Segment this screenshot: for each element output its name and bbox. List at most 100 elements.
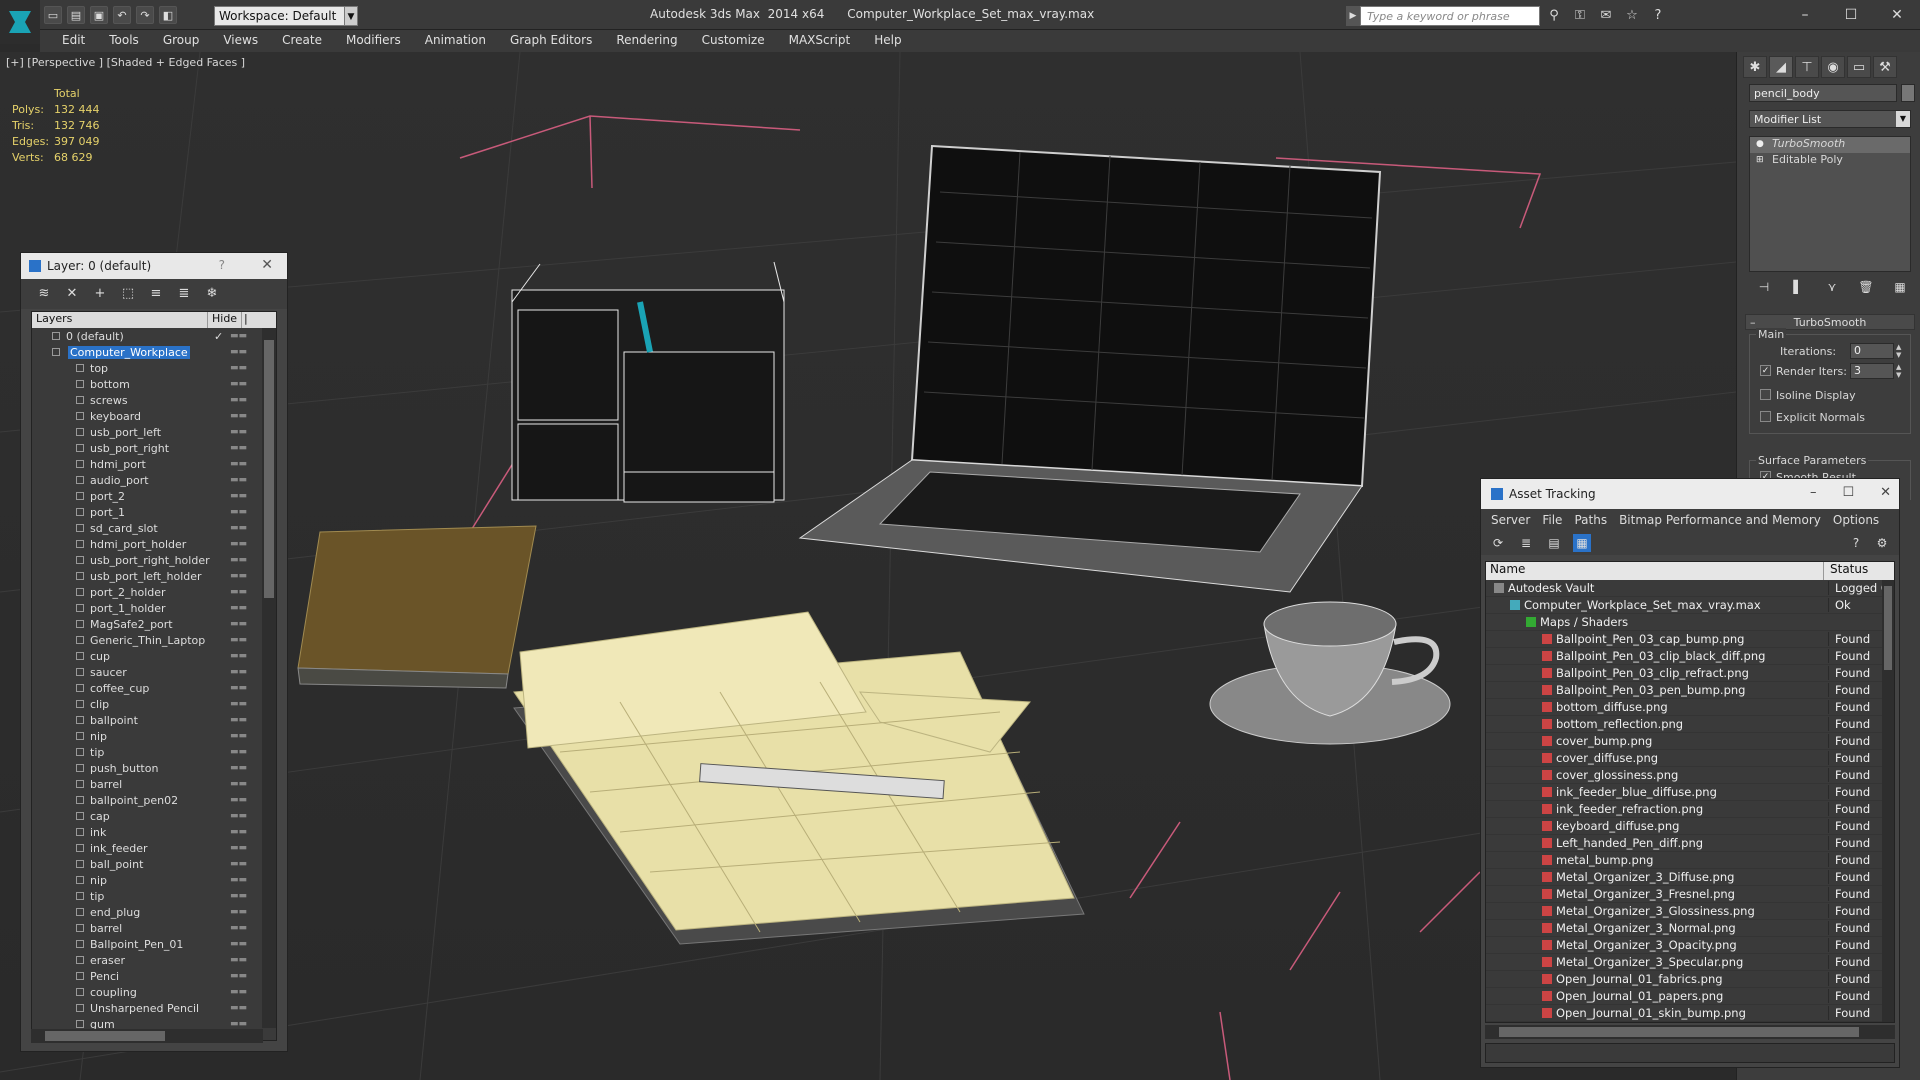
help-icon[interactable]: ? <box>219 258 225 272</box>
hide-toggle-icon[interactable]: ▬▬ <box>230 811 247 821</box>
layer-row[interactable]: port_1_holder ▬▬ <box>32 600 276 616</box>
freeze-all-icon[interactable]: ❄ <box>203 285 221 303</box>
scroll-thumb[interactable] <box>1499 1027 1859 1037</box>
pin-stack-icon[interactable]: ⊣ <box>1755 278 1773 296</box>
favorites-star-icon[interactable]: ☆ <box>1622 6 1642 26</box>
layer-row[interactable]: screws ▬▬ <box>32 392 276 408</box>
layer-row[interactable]: bottom ▬▬ <box>32 376 276 392</box>
col-hide[interactable]: Hide <box>208 312 242 328</box>
layer-row[interactable]: MagSafe2_port ▬▬ <box>32 616 276 632</box>
hide-toggle-icon[interactable]: ▬▬ <box>230 459 247 469</box>
refresh-icon[interactable]: ⟳ <box>1489 534 1507 552</box>
asset-row[interactable]: keyboard_diffuse.png Found <box>1486 818 1894 835</box>
asset-row[interactable]: Metal_Organizer_3_Normal.png Found <box>1486 920 1894 937</box>
layer-row[interactable]: nip ▬▬ <box>32 728 276 744</box>
layer-row[interactable]: usb_port_left_holder ▬▬ <box>32 568 276 584</box>
layer-row[interactable]: Generic_Thin_Laptop ▬▬ <box>32 632 276 648</box>
settings-icon[interactable]: ⚙ <box>1873 534 1891 552</box>
hide-toggle-icon[interactable]: ▬▬ <box>230 955 247 965</box>
hide-toggle-icon[interactable]: ▬▬ <box>230 587 247 597</box>
layer-row[interactable]: cup ▬▬ <box>32 648 276 664</box>
layer-row[interactable]: hdmi_port_holder ▬▬ <box>32 536 276 552</box>
asset-row[interactable]: bottom_reflection.png Found <box>1486 716 1894 733</box>
hide-toggle-icon[interactable]: ▬▬ <box>230 683 247 693</box>
layer-row[interactable]: coffee_cup ▬▬ <box>32 680 276 696</box>
hide-toggle-icon[interactable]: ▬▬ <box>230 651 247 661</box>
viewport-label[interactable]: [+] [Perspective ] [Shaded + Edged Faces… <box>6 56 245 69</box>
stack-item-turbosmooth[interactable]: ● TurboSmooth <box>1750 137 1910 153</box>
layer-row[interactable]: port_2_holder ▬▬ <box>32 584 276 600</box>
layer-row[interactable]: barrel ▬▬ <box>32 776 276 792</box>
modify-tab-icon[interactable]: ◢ <box>1769 56 1793 78</box>
delete-layer-icon[interactable]: ✕ <box>63 285 81 303</box>
layer-row[interactable]: keyboard ▬▬ <box>32 408 276 424</box>
search-input[interactable]: Type a keyword or phrase <box>1360 6 1540 26</box>
asset-row[interactable]: ink_feeder_blue_diffuse.png Found <box>1486 784 1894 801</box>
display-tab-icon[interactable]: ▭ <box>1847 56 1871 78</box>
layer-row[interactable]: saucer ▬▬ <box>32 664 276 680</box>
table-view-icon[interactable]: ▦ <box>1573 534 1591 552</box>
minimize-icon[interactable]: – <box>1782 0 1828 30</box>
asset-row[interactable]: Open_Journal_01_skin_bump.png Found <box>1486 1005 1894 1022</box>
col-status[interactable]: Status <box>1824 562 1880 580</box>
select-objects-icon[interactable]: ⬚ <box>119 285 137 303</box>
layer-row[interactable]: ballpoint ▬▬ <box>32 712 276 728</box>
scroll-thumb[interactable] <box>1884 586 1892 670</box>
menu-edit[interactable]: Edit <box>50 30 97 52</box>
layer-vertical-scrollbar[interactable] <box>262 328 276 1028</box>
asset-row[interactable]: ink_feeder_refraction.png Found <box>1486 801 1894 818</box>
expand-plus-icon[interactable]: ⊞ <box>1756 155 1766 165</box>
asset-row[interactable]: Maps / Shaders <box>1486 614 1894 631</box>
asset-horizontal-scrollbar[interactable] <box>1485 1025 1895 1039</box>
layer-row[interactable]: end_plug ▬▬ <box>32 904 276 920</box>
current-layer-check-icon[interactable]: ✓ <box>214 330 223 343</box>
render-iters-input[interactable]: 3 <box>1850 363 1894 379</box>
configure-sets-icon[interactable]: ▦ <box>1891 278 1909 296</box>
hide-toggle-icon[interactable]: ▬▬ <box>230 379 247 389</box>
layer-row[interactable]: Unsharpened Pencil ▬▬ <box>32 1000 276 1016</box>
layer-row[interactable]: nip ▬▬ <box>32 872 276 888</box>
menu-views[interactable]: Views <box>211 30 270 52</box>
layer-row[interactable]: push_button ▬▬ <box>32 760 276 776</box>
hide-toggle-icon[interactable]: ▬▬ <box>230 827 247 837</box>
hide-toggle-icon[interactable]: ▬▬ <box>230 475 247 485</box>
remove-modifier-icon[interactable]: 🗑 <box>1857 278 1875 296</box>
col-extra[interactable]: | <box>242 312 260 328</box>
hide-toggle-icon[interactable]: ▬▬ <box>230 443 247 453</box>
asset-row[interactable]: bottom_diffuse.png Found <box>1486 699 1894 716</box>
modifier-list-dropdown[interactable]: Modifier List ▼ <box>1749 110 1911 128</box>
layer-row[interactable]: Ballpoint_Pen_01 ▬▬ <box>32 936 276 952</box>
minimize-icon[interactable]: – <box>1810 485 1817 500</box>
stack-item-editable-poly[interactable]: ⊞ Editable Poly <box>1750 153 1910 169</box>
menu-graph-editors[interactable]: Graph Editors <box>498 30 604 52</box>
layer-row[interactable]: usb_port_right_holder ▬▬ <box>32 552 276 568</box>
asset-row[interactable]: Metal_Organizer_3_Fresnel.png Found <box>1486 886 1894 903</box>
render-iters-checkbox[interactable]: ✓ <box>1760 365 1771 376</box>
binoculars-icon[interactable]: ⚲ <box>1544 6 1564 26</box>
hide-toggle-icon[interactable]: ▬▬ <box>230 363 247 373</box>
layer-row[interactable]: clip ▬▬ <box>32 696 276 712</box>
menu-animation[interactable]: Animation <box>413 30 498 52</box>
maximize-icon[interactable]: ☐ <box>1842 485 1854 500</box>
isoline-checkbox[interactable] <box>1760 389 1771 400</box>
hide-toggle-icon[interactable]: ▬▬ <box>230 571 247 581</box>
layer-row[interactable]: hdmi_port ▬▬ <box>32 456 276 472</box>
hide-toggle-icon[interactable]: ▬▬ <box>230 523 247 533</box>
asset-row[interactable]: Metal_Organizer_3_Specular.png Found <box>1486 954 1894 971</box>
maximize-icon[interactable]: ☐ <box>1828 0 1874 30</box>
hide-toggle-icon[interactable]: ▬▬ <box>230 603 247 613</box>
layer-row[interactable]: tip ▬▬ <box>32 888 276 904</box>
hide-toggle-icon[interactable]: ▬▬ <box>230 923 247 933</box>
scroll-thumb[interactable] <box>264 340 274 598</box>
hide-toggle-icon[interactable]: ▬▬ <box>230 667 247 677</box>
layer-row[interactable]: audio_port ▬▬ <box>32 472 276 488</box>
hide-toggle-icon[interactable]: ▬▬ <box>230 699 247 709</box>
hide-toggle-icon[interactable]: ▬▬ <box>230 331 247 341</box>
hide-toggle-icon[interactable]: ▬▬ <box>230 507 247 517</box>
hide-toggle-icon[interactable]: ▬▬ <box>230 843 247 853</box>
help-icon[interactable]: ? <box>1847 534 1865 552</box>
asset-row[interactable]: Ballpoint_Pen_03_cap_bump.png Found <box>1486 631 1894 648</box>
hide-toggle-icon[interactable]: ▬▬ <box>230 859 247 869</box>
asset-row[interactable]: Metal_Organizer_3_Diffuse.png Found <box>1486 869 1894 886</box>
layer-row[interactable]: top ▬▬ <box>32 360 276 376</box>
